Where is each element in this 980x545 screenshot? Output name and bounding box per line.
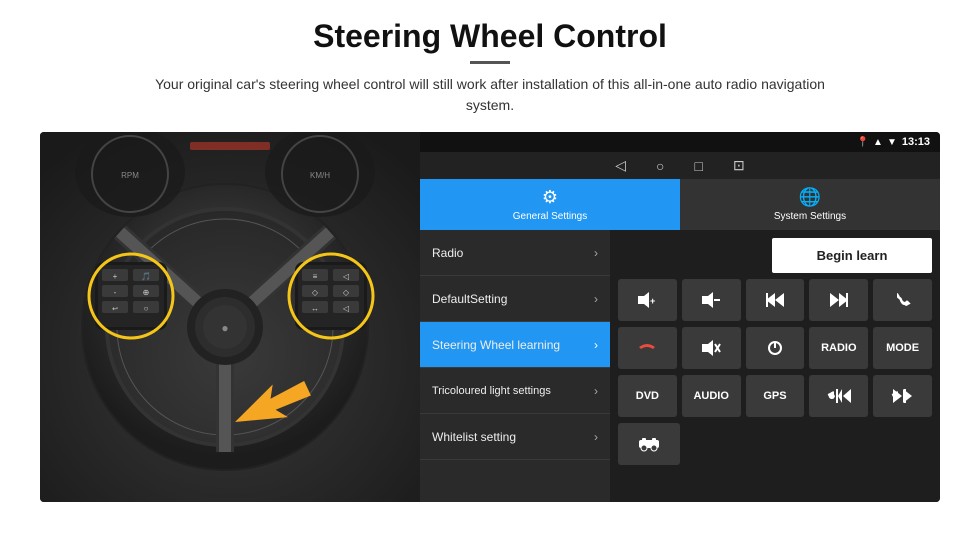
control-row-4 <box>618 423 932 465</box>
control-row-3: DVD AUDIO GPS <box>618 375 932 417</box>
phone-next-button[interactable] <box>873 375 932 417</box>
menu-item-default[interactable]: DefaultSetting › <box>420 276 610 322</box>
hang-up-button[interactable] <box>618 327 677 369</box>
svg-text:◁: ◁ <box>343 272 350 281</box>
steering-wheel-area: ● + - ↩ 🎵 ⊕ ○ <box>40 132 420 502</box>
extra-button[interactable] <box>618 423 680 465</box>
menu-arrow-steering: › <box>594 338 598 352</box>
nav-back[interactable]: ◁ <box>615 157 626 174</box>
android-main: Radio › DefaultSetting › Steering Wheel … <box>420 230 940 502</box>
location-icon: 📍 <box>857 137 869 148</box>
audio-button[interactable]: AUDIO <box>682 375 741 417</box>
svg-text:◁: ◁ <box>343 304 350 313</box>
dvd-button[interactable]: DVD <box>618 375 677 417</box>
menu-item-steering[interactable]: Steering Wheel learning › <box>420 322 610 368</box>
status-icons: 📍 ▲ ▼ <box>857 137 897 148</box>
menu-item-whitelist[interactable]: Whitelist setting › <box>420 414 610 460</box>
page-title: Steering Wheel Control <box>313 18 667 55</box>
status-time: 13:13 <box>902 136 930 148</box>
svg-text:🎵: 🎵 <box>141 272 151 281</box>
svg-text:◇: ◇ <box>312 288 319 297</box>
system-settings-icon: 🌐 <box>799 187 821 208</box>
phone-prev-button[interactable] <box>809 375 868 417</box>
menu-item-tricoloured[interactable]: Tricoloured light settings › <box>420 368 610 414</box>
begin-learn-row: Begin learn <box>618 238 932 273</box>
gps-button[interactable]: GPS <box>746 375 805 417</box>
svg-text:KM/H: KM/H <box>310 171 330 180</box>
next-track-button[interactable] <box>809 279 868 321</box>
svg-text:-: - <box>114 288 117 297</box>
svg-text:≡: ≡ <box>313 272 318 281</box>
svg-text:●: ● <box>221 321 228 335</box>
power-button[interactable] <box>746 327 805 369</box>
menu-arrow-radio: › <box>594 246 598 260</box>
svg-text:↩: ↩ <box>112 306 118 313</box>
menu-item-radio[interactable]: Radio › <box>420 230 610 276</box>
phone-button[interactable] <box>873 279 932 321</box>
prev-track-button[interactable] <box>746 279 805 321</box>
svg-text:RPM: RPM <box>121 171 139 180</box>
svg-text:+: + <box>113 272 118 281</box>
menu-arrow-whitelist: › <box>594 430 598 444</box>
signal-icon: ▲ <box>873 137 883 148</box>
menu-list: Radio › DefaultSetting › Steering Wheel … <box>420 230 610 502</box>
vol-up-button[interactable]: + <box>618 279 677 321</box>
svg-text:○: ○ <box>144 304 149 313</box>
nav-bar: ◁ ○ □ ⊡ <box>420 152 940 179</box>
title-divider <box>470 61 510 64</box>
wifi-icon: ▼ <box>887 137 897 148</box>
control-panel: Begin learn + <box>610 230 940 502</box>
menu-arrow-default: › <box>594 292 598 306</box>
tab-general-label: General Settings <box>513 211 588 222</box>
svg-text:+: + <box>650 296 655 306</box>
control-row-2: RADIO MODE <box>618 327 932 369</box>
svg-text:⊕: ⊕ <box>143 288 150 297</box>
tab-system-label: System Settings <box>774 211 846 222</box>
vol-down-button[interactable] <box>682 279 741 321</box>
status-bar: 📍 ▲ ▼ 13:13 <box>420 132 940 152</box>
tab-general[interactable]: ⚙ General Settings <box>420 179 680 230</box>
general-settings-icon: ⚙ <box>542 187 558 208</box>
android-screen: 📍 ▲ ▼ 13:13 ◁ ○ □ ⊡ ⚙ General Settings <box>420 132 940 502</box>
menu-arrow-tricoloured: › <box>594 384 598 398</box>
nav-menu[interactable]: ⊡ <box>733 157 745 174</box>
mode-button[interactable]: MODE <box>873 327 932 369</box>
svg-text:↔: ↔ <box>311 304 319 313</box>
svg-text:◇: ◇ <box>343 288 350 297</box>
begin-learn-button[interactable]: Begin learn <box>772 238 932 273</box>
mute-button[interactable] <box>682 327 741 369</box>
tabs-row: ⚙ General Settings 🌐 System Settings <box>420 179 940 230</box>
control-row-1: + <box>618 279 932 321</box>
nav-home[interactable]: ○ <box>656 158 664 174</box>
nav-recent[interactable]: □ <box>695 158 703 174</box>
radio-button[interactable]: RADIO <box>809 327 868 369</box>
page-subtitle: Your original car's steering wheel contr… <box>130 74 850 116</box>
tab-system[interactable]: 🌐 System Settings <box>680 179 940 230</box>
